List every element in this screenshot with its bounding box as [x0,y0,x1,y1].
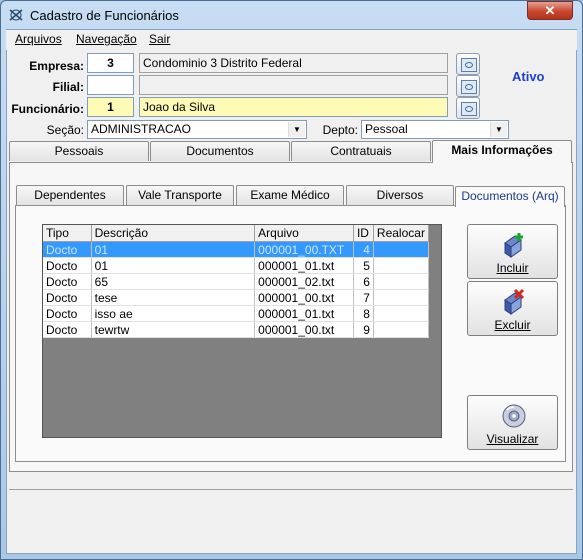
table-row[interactable]: Docto tese 000001_00.txt 7 [43,289,430,306]
cell-id: 8 [353,305,374,322]
cell-realocar [373,257,430,274]
tab-documentos[interactable]: Documentos [150,141,290,161]
table-row[interactable]: Docto 01 000001_00.TXT 4 [43,241,430,258]
cell-descricao: 01 [91,257,256,274]
app-icon [8,8,24,22]
lookup-icon [461,58,477,72]
tab-documentos-arq[interactable]: Documentos (Arq) [455,186,565,207]
menu-sair[interactable]: Sair [149,32,170,46]
tab-exame-medico[interactable]: Exame Médico [236,185,344,205]
tab-diversos[interactable]: Diversos [346,185,454,205]
cell-tipo: Docto [43,321,92,338]
cell-tipo: Docto [43,305,92,322]
secao-select[interactable]: ADMINISTRACAO ▼ [87,120,307,139]
close-icon: ✕ [544,3,556,18]
cell-id: 6 [353,273,374,290]
cell-realocar [373,321,430,338]
title-bar[interactable]: Cadastro de Funcionários [1,1,582,28]
filial-code-input[interactable] [87,75,134,95]
table-row[interactable]: Docto isso ae 000001_01.txt 8 [43,305,430,322]
funcionario-label: Funcionário: [11,102,84,116]
incluir-button[interactable]: Incluir [467,224,558,279]
cell-arquivo: 000001_00.txt [254,289,354,306]
cell-realocar [373,305,430,322]
cell-arquivo: 000001_02.txt [254,273,354,290]
empresa-lookup-button[interactable] [456,53,480,75]
funcionario-name-field[interactable]: Joao da Silva [139,97,448,117]
menu-arquivos[interactable]: Arquivos [15,32,62,46]
column-header-descricao[interactable]: Descrição [91,225,256,242]
table-row[interactable]: Docto 65 000001_02.txt 6 [43,273,430,290]
empresa-name-field: Condominio 3 Distrito Federal [139,53,448,73]
cell-descricao: tese [91,289,256,306]
cell-realocar [373,241,430,258]
cell-realocar [373,289,430,306]
tab-vale-transporte[interactable]: Vale Transporte [126,185,234,205]
tab-dependentes[interactable]: Dependentes [16,185,124,205]
lookup-icon [461,80,477,94]
cell-id: 7 [353,289,374,306]
cell-tipo: Docto [43,273,92,290]
window-title: Cadastro de Funcionários [30,8,179,23]
visualizar-label: Visualizar [486,432,539,446]
depto-select[interactable]: Pessoal ▼ [361,120,509,139]
view-disc-icon [502,404,526,428]
cell-id: 9 [353,321,374,338]
close-button[interactable]: ✕ [527,1,573,20]
excluir-label: Excluir [494,318,531,332]
tab-pessoais[interactable]: Pessoais [9,141,149,161]
cell-tipo: Docto [43,257,92,274]
cell-descricao: isso ae [91,305,256,322]
documents-grid[interactable]: Tipo Descrição Arquivo ID Realocar Docto… [42,224,442,438]
column-header-id[interactable]: ID [353,225,374,242]
tab-contratuais[interactable]: Contratuais [291,141,431,161]
excluir-button[interactable]: Excluir [467,281,558,336]
cell-descricao: tewrtw [91,321,256,338]
cell-tipo: Docto [43,241,92,258]
delete-document-icon [504,288,525,315]
cell-id: 4 [353,241,374,258]
cell-arquivo: 000001_01.txt [254,257,354,274]
chevron-down-icon[interactable]: ▼ [490,122,507,137]
depto-label: Depto: [322,123,358,137]
add-document-icon [504,233,523,258]
filial-label: Filial: [52,80,84,94]
lookup-icon [461,102,477,116]
filial-lookup-button[interactable] [456,75,480,97]
documents-table: Tipo Descrição Arquivo ID Realocar Docto… [43,225,430,338]
tab-mais-informacoes[interactable]: Mais Informações [432,140,572,163]
empresa-code-input[interactable]: 3 [87,53,134,73]
column-header-realocar[interactable]: Realocar [373,225,430,242]
empresa-label: Empresa: [29,59,84,73]
table-row[interactable]: Docto tewrtw 000001_00.txt 9 [43,321,430,338]
status-divider [9,489,573,490]
cell-tipo: Docto [43,289,92,306]
depto-value: Pessoal [365,122,408,136]
cell-descricao: 65 [91,273,256,290]
column-header-arquivo[interactable]: Arquivo [254,225,354,242]
incluir-label: Incluir [496,261,529,275]
visualizar-button[interactable]: Visualizar [467,395,558,450]
funcionario-lookup-button[interactable] [456,97,480,119]
cell-arquivo: 000001_00.TXT [254,241,354,258]
secao-value: ADMINISTRACAO [91,122,192,136]
cell-arquivo: 000001_00.txt [254,321,354,338]
table-row[interactable]: Docto 01 000001_01.txt 5 [43,257,430,274]
menu-navegacao[interactable]: Navegação [76,32,137,46]
status-badge: Ativo [512,69,545,84]
table-header-row: Tipo Descrição Arquivo ID Realocar [43,225,430,242]
funcionario-code-input[interactable]: 1 [87,97,134,117]
cell-realocar [373,273,430,290]
cell-descricao: 01 [91,241,256,258]
cell-id: 5 [353,257,374,274]
secao-label: Seção: [46,123,84,137]
filial-name-field [139,75,448,95]
cell-arquivo: 000001_01.txt [254,305,354,322]
chevron-down-icon[interactable]: ▼ [288,122,305,137]
column-header-tipo[interactable]: Tipo [43,225,92,242]
